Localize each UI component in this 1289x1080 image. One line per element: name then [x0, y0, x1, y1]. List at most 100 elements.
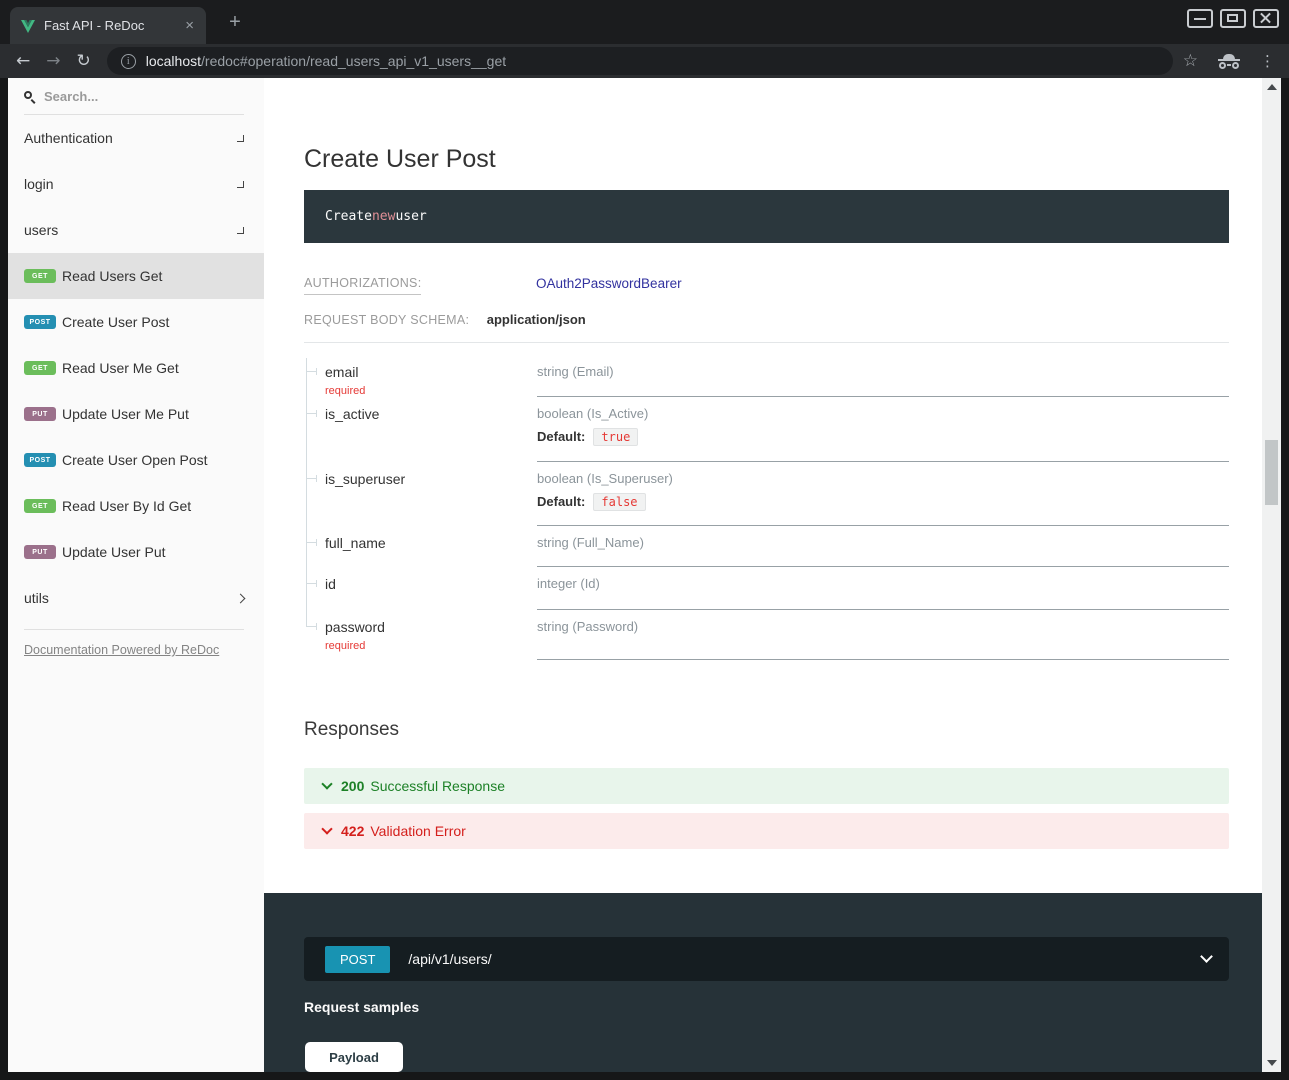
field-name-cell: password required	[304, 610, 537, 660]
field-default-label: Default:	[537, 429, 585, 444]
tab-close-icon[interactable]: ×	[183, 18, 196, 33]
response-banner[interactable]: 422 Validation Error	[304, 813, 1229, 849]
field-name: email	[325, 364, 358, 380]
http-method-badge: POST	[24, 315, 56, 329]
endpoint-path: /api/v1/users/	[408, 951, 1202, 967]
reload-button-icon[interactable]: ↻	[77, 51, 91, 71]
redoc-footer-link[interactable]: Documentation Powered by ReDoc	[24, 643, 219, 657]
response-banner[interactable]: 200 Successful Response	[304, 768, 1229, 804]
authorizations-label: AUTHORIZATIONS:	[304, 276, 536, 295]
window-minimize-button[interactable]	[1187, 9, 1213, 28]
url-host: localhost	[146, 53, 201, 69]
search-input[interactable]	[44, 89, 204, 104]
field-name: id	[325, 576, 336, 592]
sidebar-item-utils[interactable]: utils	[8, 575, 264, 621]
schema-field-row: is_active boolean (Is_Active) Default:tr…	[304, 397, 1229, 462]
window-maximize-button[interactable]	[1220, 9, 1246, 28]
field-type: string (Password)	[537, 619, 1229, 634]
field-type-cell: string (Email)	[537, 355, 1229, 397]
schema-field-row: id integer (Id)	[304, 567, 1229, 610]
chevron-down-icon	[321, 823, 332, 834]
operation-label: Create User Open Post	[62, 452, 208, 468]
request-body-label: REQUEST BODY SCHEMA:	[304, 313, 469, 327]
authorizations-row: AUTHORIZATIONS: OAuth2PasswordBearer	[304, 276, 1229, 295]
page-scrollbar[interactable]	[1262, 78, 1281, 1072]
endpoint-dropdown[interactable]: POST /api/v1/users/	[304, 937, 1229, 981]
operation-label: Create User Post	[62, 314, 169, 330]
http-method-badge: POST	[325, 946, 390, 973]
request-body-row: REQUEST BODY SCHEMA: application/json	[304, 311, 1229, 343]
redoc-favicon-icon	[20, 18, 36, 34]
sidebar-operations: GET Read Users Get POST Create User Post…	[8, 253, 264, 575]
sidebar-operation-item[interactable]: GET Read User Me Get	[8, 345, 264, 391]
main-content: Create User Post Create new user AUTHORI…	[264, 78, 1262, 1072]
field-type-cell: integer (Id)	[537, 567, 1229, 610]
field-type-cell: boolean (Is_Active) Default:true	[537, 397, 1229, 462]
back-button-icon[interactable]: ←	[16, 51, 30, 71]
http-method-badge: GET	[24, 499, 56, 513]
field-type: string (Full_Name)	[537, 535, 1229, 550]
schema-field-row: password required string (Password)	[304, 610, 1229, 660]
redoc-page: Authentication login users GET Read User…	[8, 78, 1281, 1072]
page-info-icon[interactable]: i	[121, 54, 136, 69]
response-code: 200	[341, 778, 364, 794]
page-title: Create User Post	[304, 145, 496, 174]
sidebar-operation-item[interactable]: PUT Update User Put	[8, 529, 264, 575]
field-name: password	[325, 619, 385, 635]
schema-field-row: email required string (Email)	[304, 355, 1229, 397]
response-label: Successful Response	[370, 778, 505, 794]
field-required-flag: required	[325, 385, 537, 397]
url-path: /redoc#operation/read_users_api_v1_users…	[201, 53, 506, 69]
scrollbar-up-arrow[interactable]	[1267, 84, 1277, 90]
oauth2-link[interactable]: OAuth2PasswordBearer	[536, 276, 682, 291]
field-name-cell: is_superuser	[304, 462, 537, 526]
sidebar-operation-item[interactable]: PUT Update User Me Put	[8, 391, 264, 437]
tab-strip: Fast API - ReDoc × +	[0, 0, 1289, 44]
sidebar-item-login[interactable]: login	[8, 161, 264, 207]
sidebar: Authentication login users GET Read User…	[8, 78, 264, 1072]
field-type: string (Email)	[537, 364, 1229, 379]
new-tab-button[interactable]: +	[222, 9, 248, 35]
field-type: boolean (Is_Active)	[537, 406, 1229, 421]
http-method-badge: GET	[24, 361, 56, 375]
sidebar-operation-item[interactable]: GET Read Users Get	[8, 253, 264, 299]
field-default-label: Default:	[537, 494, 585, 509]
scrollbar-thumb[interactable]	[1265, 440, 1278, 505]
field-type: boolean (Is_Superuser)	[537, 471, 1229, 486]
sidebar-operation-item[interactable]: POST Create User Open Post	[8, 437, 264, 483]
browser-menu-icon[interactable]: ⋮	[1260, 52, 1275, 70]
sidebar-divider	[24, 629, 244, 630]
field-type-cell: boolean (Is_Superuser) Default: false	[537, 462, 1229, 526]
sidebar-item-authentication[interactable]: Authentication	[8, 115, 264, 161]
sidebar-section-label: login	[24, 176, 237, 192]
address-bar[interactable]: i localhost/redoc#operation/read_users_a…	[107, 47, 1173, 75]
description-text: user	[395, 209, 426, 224]
bookmark-star-icon[interactable]: ☆	[1183, 51, 1198, 71]
field-name: is_superuser	[325, 471, 405, 487]
chevron-down-icon	[1200, 950, 1213, 963]
payload-tab[interactable]: Payload	[305, 1042, 403, 1072]
chevron-down-icon	[237, 227, 244, 234]
field-type-cell: string (Password)	[537, 610, 1229, 660]
sidebar-operation-item[interactable]: POST Create User Post	[8, 299, 264, 345]
request-panel: POST /api/v1/users/ Request samples Payl…	[264, 893, 1262, 1072]
field-name: full_name	[325, 535, 386, 551]
forward-button-icon[interactable]: →	[46, 51, 60, 71]
operation-label: Update User Me Put	[62, 406, 189, 422]
request-body-media-type: application/json	[487, 312, 586, 327]
sidebar-section-label: Authentication	[24, 130, 237, 146]
field-default-value: false	[593, 493, 645, 511]
field-default: Default: false	[537, 493, 1229, 511]
window-close-button[interactable]	[1253, 9, 1279, 28]
schema-field-row: full_name string (Full_Name)	[304, 526, 1229, 567]
response-label: Validation Error	[370, 823, 465, 839]
response-code: 422	[341, 823, 364, 839]
sidebar-item-users[interactable]: users	[8, 207, 264, 253]
browser-tab[interactable]: Fast API - ReDoc ×	[10, 7, 206, 44]
search-row	[24, 78, 244, 115]
sidebar-section-label: users	[24, 222, 237, 238]
chevron-right-icon	[236, 593, 246, 603]
description-highlight: new	[372, 209, 395, 224]
sidebar-operation-item[interactable]: GET Read User By Id Get	[8, 483, 264, 529]
scrollbar-down-arrow[interactable]	[1267, 1060, 1277, 1066]
